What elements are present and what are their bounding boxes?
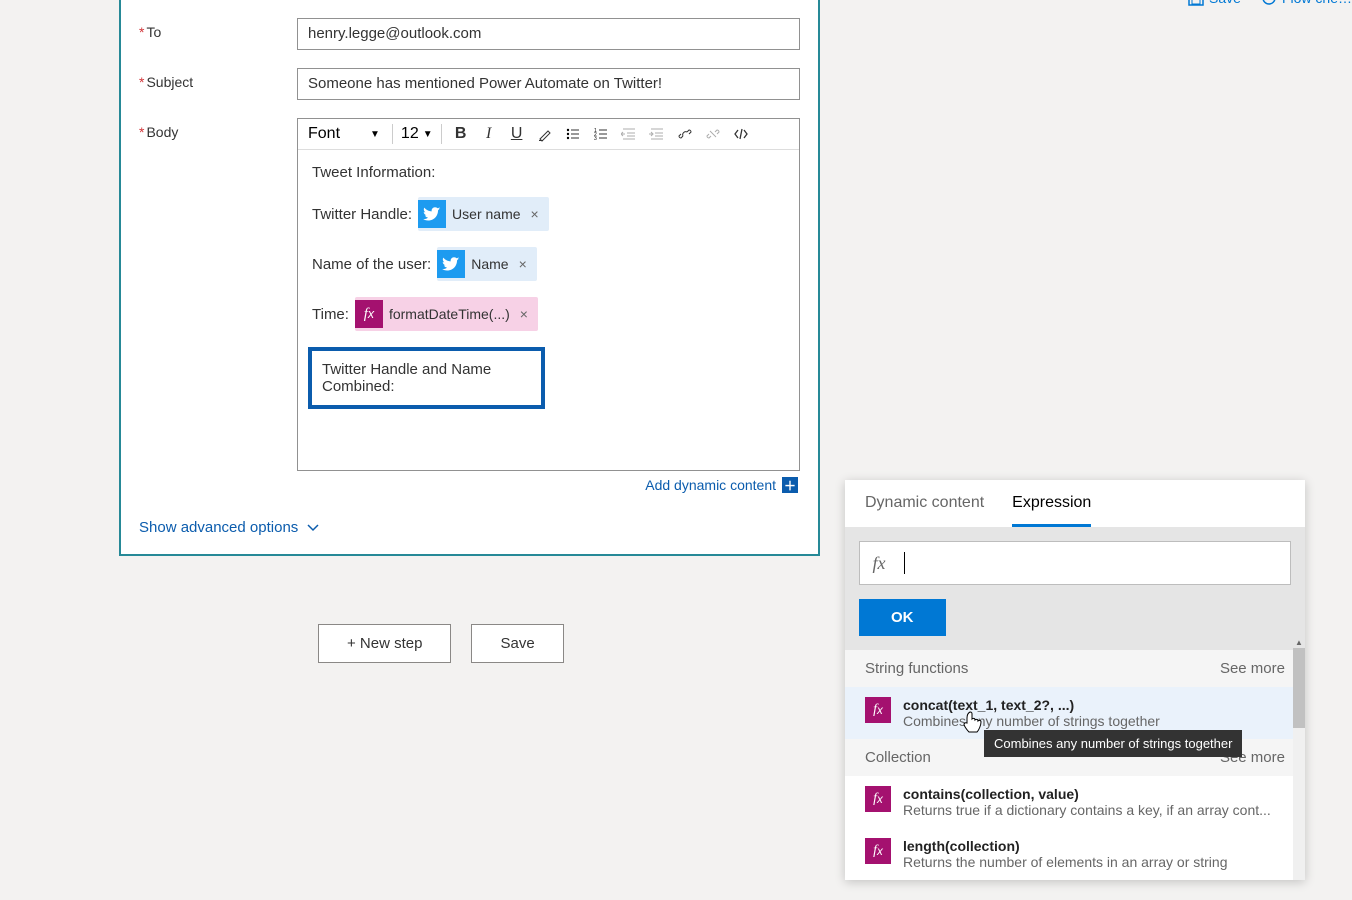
see-more-link[interactable]: See more [1220, 660, 1285, 677]
body-field: Font▼ 12▼ B I U 123 [297, 118, 800, 471]
unlink-button[interactable] [702, 123, 724, 145]
numbered-list-button[interactable]: 123 [590, 123, 612, 145]
twitter-icon [418, 200, 446, 228]
func-desc: Combines any number of strings together [903, 713, 1285, 729]
tab-expression[interactable]: Expression [1012, 494, 1091, 527]
body-label: Body [139, 118, 297, 140]
func-concat[interactable]: fx concat(text_1, text_2?, ...) Combines… [845, 687, 1305, 739]
chevron-down-icon [306, 521, 320, 535]
func-desc: Returns the number of elements in an arr… [903, 854, 1285, 870]
handle-label: Twitter Handle: [312, 206, 412, 223]
time-label: Time: [312, 306, 349, 323]
expression-input[interactable]: fx [859, 541, 1291, 585]
topbar-flow-label: Flow che… [1282, 0, 1352, 6]
font-select[interactable]: Font▼ [304, 123, 384, 145]
ok-button[interactable]: OK [859, 599, 946, 636]
outdent-button[interactable] [618, 123, 640, 145]
see-more-link[interactable]: See more [1220, 749, 1285, 766]
token-remove-icon[interactable]: × [516, 306, 532, 322]
tab-dynamic-content[interactable]: Dynamic content [865, 494, 984, 527]
fx-icon: fx [355, 300, 383, 328]
link-button[interactable] [674, 123, 696, 145]
section-string-functions: String functions See more [845, 650, 1305, 687]
token-user-name[interactable]: User name × [418, 197, 549, 231]
color-button[interactable] [534, 123, 556, 145]
highlighted-text-box: Twitter Handle and Name Combined: [308, 347, 545, 409]
topbar-save[interactable]: Save [1188, 0, 1241, 6]
add-dynamic-content-link[interactable]: Add dynamic content [645, 477, 776, 493]
italic-button[interactable]: I [478, 123, 500, 145]
fx-icon: fx [865, 697, 891, 723]
body-editor[interactable]: Tweet Information: Twitter Handle: User … [298, 150, 799, 470]
func-length[interactable]: fx length(collection) Returns the number… [845, 828, 1305, 880]
fx-icon: fx [865, 786, 891, 812]
to-label: To [139, 18, 297, 40]
func-contains[interactable]: fx contains(collection, value) Returns t… [845, 776, 1305, 828]
name-label: Name of the user: [312, 256, 431, 273]
func-desc: Returns true if a dictionary contains a … [903, 802, 1285, 818]
caret-down-icon: ▼ [423, 129, 433, 140]
show-advanced-options-link[interactable]: Show advanced options [139, 519, 800, 536]
fx-icon: fx [860, 553, 898, 574]
topbar-save-label: Save [1209, 0, 1241, 6]
to-field[interactable]: henry.legge@outlook.com [297, 18, 800, 50]
new-step-button[interactable]: + New step [318, 624, 451, 663]
token-remove-icon[interactable]: × [527, 206, 543, 222]
font-size-select[interactable]: 12▼ [401, 125, 433, 143]
token-formatdatetime[interactable]: fx formatDateTime(...) × [355, 297, 538, 331]
combined-label: Twitter Handle and Name Combined: [322, 361, 491, 395]
text-cursor [904, 552, 905, 574]
token-remove-icon[interactable]: × [515, 256, 531, 272]
func-title: concat(text_1, text_2?, ...) [903, 697, 1285, 713]
token-name[interactable]: Name × [437, 247, 537, 281]
section-collection: Collection See more [845, 739, 1305, 776]
code-view-button[interactable] [730, 123, 752, 145]
subject-label: Subject [139, 68, 297, 90]
rich-text-toolbar: Font▼ 12▼ B I U 123 [298, 119, 799, 150]
flow-icon [1261, 0, 1277, 6]
topbar-flow[interactable]: Flow che… [1261, 0, 1352, 6]
fx-icon: fx [865, 838, 891, 864]
scroll-up-icon[interactable]: ▲ [1293, 636, 1305, 648]
caret-down-icon: ▼ [370, 129, 380, 140]
indent-button[interactable] [646, 123, 668, 145]
subject-field[interactable]: Someone has mentioned Power Automate on … [297, 68, 800, 100]
save-icon [1188, 0, 1204, 6]
svg-text:3: 3 [594, 136, 597, 142]
bullet-list-button[interactable] [562, 123, 584, 145]
func-title: length(collection) [903, 838, 1285, 854]
twitter-icon [437, 250, 465, 278]
dynamic-content-panel: Dynamic content Expression fx OK String … [845, 480, 1305, 880]
email-action-card: To henry.legge@outlook.com Subject Someo… [119, 0, 820, 556]
func-title: contains(collection, value) [903, 786, 1285, 802]
underline-button[interactable]: U [506, 123, 528, 145]
scroll-thumb[interactable] [1293, 648, 1305, 728]
panel-scrollbar[interactable]: ▲ [1293, 648, 1305, 880]
bold-button[interactable]: B [450, 123, 472, 145]
add-dynamic-plus-icon[interactable]: ＋ [782, 477, 798, 493]
save-button[interactable]: Save [471, 624, 563, 663]
body-text-line: Tweet Information: [312, 164, 785, 181]
